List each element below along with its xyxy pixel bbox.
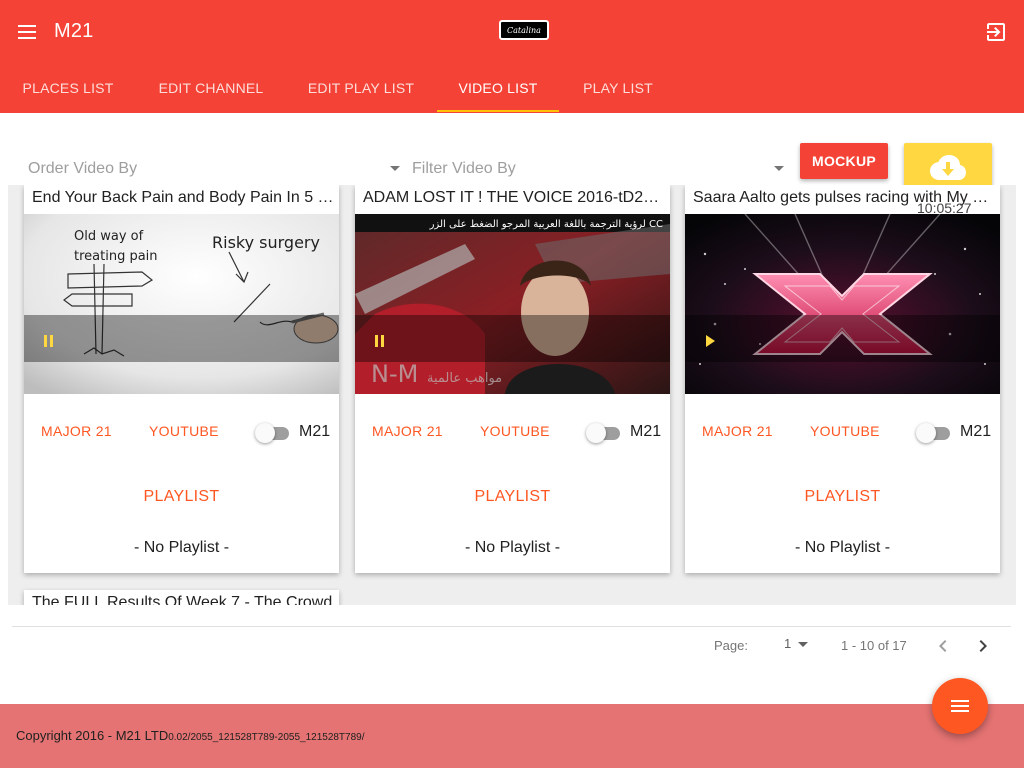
app-bar: M21 Catalina PLACES LIST EDIT CHANNEL ED… — [0, 0, 1024, 113]
prev-page-button[interactable] — [931, 634, 955, 658]
filter-video-placeholder: Filter Video By — [412, 160, 516, 177]
page-value: 1 — [784, 636, 792, 651]
page-label: Page: — [714, 638, 748, 653]
copyright-text: Copyright 2016 - M21 LTD — [16, 728, 169, 743]
tab-edit-play-list[interactable]: EDIT PLAY LIST — [286, 64, 436, 113]
clock-readout: 10:05:27 — [917, 200, 972, 216]
player-controls-bar — [24, 315, 339, 362]
playlist-value: - No Playlist - — [464, 539, 561, 556]
pause-icon[interactable] — [373, 334, 387, 348]
pause-icon[interactable] — [42, 334, 56, 348]
video-card: ADAM LOST IT ! THE VOICE 2016-tD27ZWk لر… — [355, 185, 670, 573]
brand-logo: Catalina — [499, 20, 549, 40]
version-text: 0.02/2055_121528T789-2055_121528T789/ — [168, 732, 365, 743]
active-tab-indicator — [437, 110, 559, 112]
major21-button[interactable]: MAJOR 21 — [41, 423, 112, 439]
tab-video-list[interactable]: VIDEO LIST — [437, 64, 559, 113]
playlist-button[interactable]: PLAYLIST — [24, 488, 339, 506]
video-title: End Your Back Pain and Body Pain In 5 Mi… — [32, 189, 335, 206]
video-card: Saara Aalto gets pulses racing with My H… — [685, 185, 1000, 573]
card-actions: MAJOR 21 YOUTUBE M21 — [685, 423, 1000, 443]
chevron-left-icon — [939, 640, 947, 652]
tab-places-list[interactable]: PLACES LIST — [0, 64, 136, 113]
chevron-right-icon — [979, 640, 987, 652]
app-title: M21 — [54, 20, 94, 42]
video-list[interactable]: End Your Back Pain and Body Pain In 5 Mi… — [8, 185, 1016, 605]
thumb-annotation: Old way of — [74, 229, 144, 244]
player-controls-bar — [685, 315, 1000, 362]
page-range: 1 - 10 of 17 — [841, 638, 907, 653]
video-player[interactable]: لرؤية الترجمة باللغة العربية المرجو الضغ… — [355, 214, 670, 394]
thumb-annotation: treating pain — [74, 249, 158, 264]
video-title: ADAM LOST IT ! THE VOICE 2016-tD27ZWk — [363, 189, 666, 206]
pagination: Page: 1 1 - 10 of 17 — [12, 626, 1011, 664]
youtube-button[interactable]: YOUTUBE — [810, 423, 880, 439]
tab-edit-channel[interactable]: EDIT CHANNEL — [136, 64, 286, 113]
video-title: The FULL Results Of Week 7 - The Crowd — [32, 594, 333, 605]
copyright: Copyright 2016 - M21 LTD0.02/2055_121528… — [16, 728, 365, 743]
card-actions: MAJOR 21 YOUTUBE M21 — [355, 423, 670, 443]
tab-bar: PLACES LIST EDIT CHANNEL EDIT PLAY LIST … — [0, 64, 1024, 113]
thumb-watermark: مواهب عالمية — [427, 371, 502, 386]
footer: Copyright 2016 - M21 LTD0.02/2055_121528… — [0, 704, 1024, 768]
toggle-label: M21 — [299, 423, 331, 440]
playlist-value: - No Playlist - — [133, 539, 230, 556]
filter-video-select[interactable]: Filter Video By — [412, 160, 784, 188]
m21-toggle[interactable] — [916, 423, 952, 443]
next-page-button[interactable] — [971, 634, 995, 658]
thumb-watermark: N-M — [371, 360, 418, 388]
m21-toggle[interactable] — [586, 423, 622, 443]
page-select[interactable]: 1 — [784, 636, 814, 656]
video-card: End Your Back Pain and Body Pain In 5 Mi… — [24, 185, 339, 573]
tab-play-list[interactable]: PLAY LIST — [559, 64, 677, 113]
playlist-button[interactable]: PLAYLIST — [355, 488, 670, 506]
chevron-down-icon — [798, 642, 808, 647]
play-icon[interactable] — [703, 334, 717, 348]
video-player[interactable] — [685, 214, 1000, 394]
playlist-value: - No Playlist - — [794, 539, 891, 556]
video-player[interactable]: Old way of treating pain Risky surgery — [24, 214, 339, 394]
m21-toggle[interactable] — [255, 423, 291, 443]
chevron-down-icon — [774, 166, 784, 171]
mockup-button[interactable]: MOCKUP — [800, 143, 888, 179]
menu-icon[interactable] — [16, 20, 40, 44]
major21-button[interactable]: MAJOR 21 — [702, 423, 773, 439]
chevron-down-icon — [390, 166, 400, 171]
thumb-annotation: Risky surgery — [212, 233, 320, 252]
fab-menu-button[interactable] — [932, 678, 988, 734]
toggle-label: M21 — [960, 423, 992, 440]
logout-icon[interactable] — [984, 20, 1008, 44]
youtube-button[interactable]: YOUTUBE — [149, 423, 219, 439]
major21-button[interactable]: MAJOR 21 — [372, 423, 443, 439]
player-controls-bar — [355, 315, 670, 362]
toggle-label: M21 — [630, 423, 662, 440]
card-actions: MAJOR 21 YOUTUBE M21 — [24, 423, 339, 443]
cloud-download-icon — [930, 154, 966, 180]
playlist-button[interactable]: PLAYLIST — [685, 488, 1000, 506]
order-video-select[interactable]: Order Video By — [28, 160, 400, 188]
video-card: The FULL Results Of Week 7 - The Crowd — [24, 590, 339, 605]
youtube-button[interactable]: YOUTUBE — [480, 423, 550, 439]
thumb-caption: لرؤية الترجمة باللغة العربية المرجو الضغ… — [429, 219, 663, 230]
top-toolbar: M21 Catalina — [0, 0, 1024, 64]
order-video-placeholder: Order Video By — [28, 160, 138, 177]
